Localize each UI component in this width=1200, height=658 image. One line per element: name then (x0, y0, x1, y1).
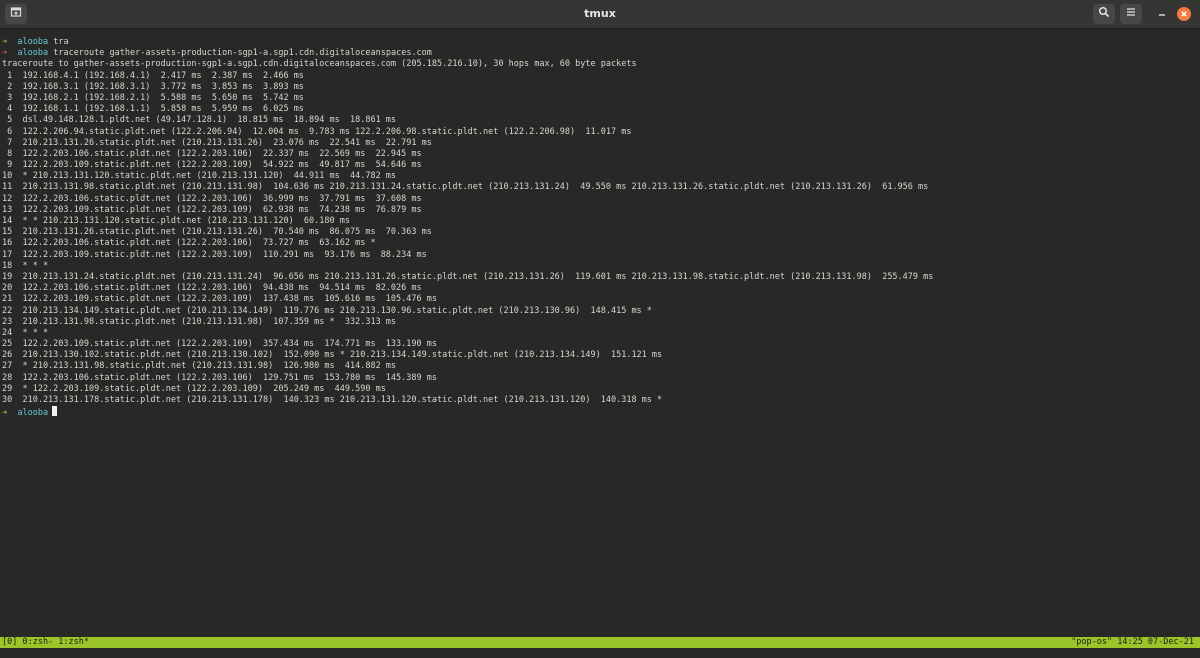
menu-button[interactable] (1120, 4, 1142, 24)
output-line: 11 210.213.131.98.static.pldt.net (210.2… (2, 182, 929, 193)
tmux-status-info: "pop-os" 14:25 07-Dec-21 (1071, 637, 1194, 647)
prompt-user: alooba (17, 408, 49, 419)
terminal-output-area[interactable]: ➜ alooba tra ➜ alooba traceroute gather-… (0, 37, 1200, 635)
output-line: 7 210.213.131.26.static.pldt.net (210.21… (2, 137, 432, 148)
search-icon (1098, 5, 1110, 23)
output-line: 5 dsl.49.148.128.1.pldt.net (49.147.128.… (2, 115, 397, 126)
tmux-window-list[interactable]: [0] 0:zsh- 1:zsh* (2, 637, 89, 648)
output-line: 13 122.2.203.109.static.pldt.net (122.2.… (2, 204, 422, 215)
output-line: 9 122.2.203.109.static.pldt.net (122.2.2… (2, 160, 422, 171)
close-icon (1180, 5, 1188, 23)
window-title: tmux (584, 7, 616, 20)
prompt-line: ➜ alooba traceroute gather-assets-produc… (0, 48, 1200, 59)
output-line: 1 192.168.4.1 (192.168.4.1) 2.417 ms 2.3… (2, 70, 304, 81)
output-line: 3 192.168.2.1 (192.168.2.1) 5.588 ms 5.6… (2, 92, 304, 103)
output-line: 27 * 210.213.131.98.static.pldt.net (210… (2, 361, 397, 372)
prompt-arrow-icon: ➜ (2, 408, 8, 419)
command-output: traceroute to gather-assets-production-s… (0, 59, 1200, 406)
command-text: traceroute gather-assets-production-sgp1… (53, 48, 432, 59)
text-cursor (52, 406, 58, 417)
output-line: 19 210.213.131.24.static.pldt.net (210.2… (2, 271, 934, 282)
minimize-button[interactable] (1152, 4, 1172, 24)
output-line: 4 192.168.1.1 (192.168.1.1) 5.858 ms 5.9… (2, 104, 304, 115)
output-line: 29 * 122.2.203.109.static.pldt.net (122.… (2, 383, 386, 394)
close-button[interactable] (1177, 7, 1191, 21)
output-line: 23 210.213.131.98.static.pldt.net (210.2… (2, 316, 397, 327)
prompt-arrow-icon: ➜ (2, 48, 8, 59)
output-line: 8 122.2.203.106.static.pldt.net (122.2.2… (2, 148, 422, 159)
output-line: 16 122.2.203.106.static.pldt.net (122.2.… (2, 238, 376, 249)
output-line: 22 210.213.134.149.static.pldt.net (210.… (2, 305, 652, 316)
tmux-status-bar: [0] 0:zsh- 1:zsh* "pop-os" 14:25 07-Dec-… (0, 637, 1200, 648)
minimize-icon (1157, 5, 1167, 23)
output-line: 6 122.2.206.94.static.pldt.net (122.2.20… (2, 126, 632, 137)
prompt-user: alooba (17, 48, 49, 59)
output-line: 17 122.2.203.109.static.pldt.net (122.2.… (2, 249, 427, 260)
output-line: 21 122.2.203.109.static.pldt.net (122.2.… (2, 294, 437, 305)
output-line: 26 210.213.130.102.static.pldt.net (210.… (2, 350, 663, 361)
output-line: 24 * * * (2, 327, 49, 338)
output-line: 25 122.2.203.109.static.pldt.net (122.2.… (2, 339, 437, 350)
output-line: 30 210.213.131.178.static.pldt.net (210.… (2, 395, 663, 405)
output-line: 2 192.168.3.1 (192.168.3.1) 3.772 ms 3.8… (2, 81, 304, 92)
search-button[interactable] (1093, 4, 1115, 24)
output-line: 14 * * 210.213.131.120.static.pldt.net (… (2, 216, 350, 226)
output-line: 12 122.2.203.106.static.pldt.net (122.2.… (2, 193, 422, 204)
prompt-user: alooba (17, 37, 49, 47)
output-line: 10 * 210.213.131.120.static.pldt.net (21… (2, 171, 397, 182)
command-text: tra (53, 37, 69, 47)
output-line: 18 * * * (2, 260, 49, 271)
title-bar: tmux (0, 0, 1200, 29)
terminal-window: tmux ➜ alooba tra ➜ alooba traceroute ga… (0, 0, 1200, 658)
prompt-line: ➜ alooba (0, 406, 1200, 419)
output-line: 15 210.213.131.26.static.pldt.net (210.2… (2, 227, 432, 238)
hamburger-menu-icon (1125, 5, 1137, 23)
output-line: 28 122.2.203.106.static.pldt.net (122.2.… (2, 372, 437, 383)
prompt-arrow-icon: ➜ (2, 37, 8, 47)
output-line: 20 122.2.203.106.static.pldt.net (122.2.… (2, 283, 422, 294)
output-line: traceroute to gather-assets-production-s… (2, 59, 637, 70)
prompt-line: ➜ alooba tra (0, 37, 1200, 48)
